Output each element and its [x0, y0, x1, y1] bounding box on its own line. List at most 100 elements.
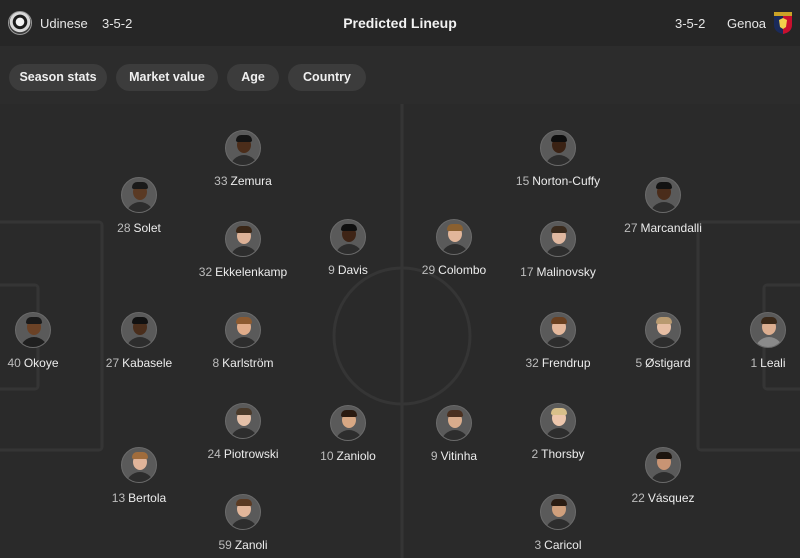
page-title: Predicted Lineup [343, 15, 457, 31]
player-number: 33 [214, 174, 228, 188]
player-karlstrom[interactable]: 8 Karlström [183, 312, 303, 370]
player-thorsby[interactable]: 2 Thorsby [498, 403, 618, 461]
player-ostigard[interactable]: 5 Østigard [603, 312, 723, 370]
player-name: Davis [337, 263, 368, 277]
player-name: Malinovsky [536, 265, 596, 279]
genoa-crest-icon [774, 12, 792, 34]
player-davis[interactable]: 9 Davis [288, 219, 408, 277]
player-colombo[interactable]: 29 Colombo [394, 219, 514, 277]
player-bertola[interactable]: 13 Bertola [79, 447, 199, 505]
player-number: 13 [111, 491, 126, 505]
player-photo [645, 177, 681, 213]
player-name: Solet [133, 221, 161, 235]
player-number: 29 [421, 263, 436, 277]
player-norton-cuffy[interactable]: 15 Norton-Cuffy [498, 130, 618, 188]
player-marcandalli[interactable]: 27 Marcandalli [603, 177, 723, 235]
player-name: Zaniolo [336, 449, 376, 463]
player-photo [225, 130, 261, 166]
player-name: Marcandalli [640, 221, 702, 235]
player-photo [225, 312, 261, 348]
player-name: Østigard [645, 356, 691, 370]
player-photo [540, 130, 576, 166]
player-name: Piotrowski [223, 447, 279, 461]
player-photo [121, 312, 157, 348]
player-number: 22 [631, 491, 645, 505]
player-zemura[interactable]: 33 Zemura [183, 130, 303, 188]
player-number: 28 [117, 221, 131, 235]
pitch: 40 Okoye 27 Kabasele 28 Solet 13 Bertola 33 Z… [0, 104, 800, 558]
player-number: 24 [207, 447, 221, 461]
player-photo [121, 447, 157, 483]
player-malinovsky[interactable]: 17 Malinovsky [498, 221, 618, 279]
player-photo [540, 221, 576, 257]
player-name: Ekkelenkamp [215, 265, 288, 279]
player-vasquez[interactable]: 22 Vásquez [603, 447, 723, 505]
player-number: 40 [7, 356, 21, 370]
player-zanoli[interactable]: 59 Zanoli [183, 494, 303, 552]
player-caricol[interactable]: 3 Caricol [498, 494, 618, 552]
player-number: 10 [320, 449, 334, 463]
player-number: 2 [531, 447, 539, 461]
home-team-name[interactable]: Udinese [40, 16, 88, 31]
player-photo [15, 312, 51, 348]
player-frendrup[interactable]: 32 Frendrup [498, 312, 618, 370]
player-solet[interactable]: 28 Solet [79, 177, 199, 235]
player-photo [645, 447, 681, 483]
stat-filter-bar: Season stats Market value Age Country [0, 46, 800, 104]
player-name: Caricol [544, 538, 582, 552]
player-name: Thorsby [541, 447, 585, 461]
player-photo [436, 219, 472, 255]
player-number: 8 [212, 356, 220, 370]
player-number: 59 [218, 538, 232, 552]
lineup-header: Udinese 3-5-2 Predicted Lineup 3-5-2 Gen… [0, 0, 800, 46]
player-name: Karlström [222, 356, 274, 370]
player-name: Kabasele [122, 356, 173, 370]
player-photo [540, 312, 576, 348]
player-number: 9 [430, 449, 438, 463]
player-photo [330, 219, 366, 255]
player-name: Okoye [23, 356, 59, 370]
player-piotrowski[interactable]: 24 Piotrowski [183, 403, 303, 461]
player-photo [121, 177, 157, 213]
player-photo [540, 403, 576, 439]
player-number: 15 [515, 174, 530, 188]
player-name: Colombo [438, 263, 487, 277]
player-photo [225, 494, 261, 530]
player-photo [750, 312, 786, 348]
player-number: 17 [520, 265, 534, 279]
season-stats-chip[interactable]: Season stats [9, 64, 107, 91]
player-photo [225, 221, 261, 257]
player-photo [540, 494, 576, 530]
player-name: Norton-Cuffy [532, 174, 601, 188]
player-name: Zanoli [234, 538, 268, 552]
player-vitinha[interactable]: 9 Vitinha [394, 405, 514, 463]
player-number: 27 [105, 356, 120, 370]
player-name: Vitinha [440, 449, 478, 463]
player-name: Leali [760, 356, 786, 370]
player-number: 27 [624, 221, 638, 235]
player-photo [436, 405, 472, 441]
player-photo [645, 312, 681, 348]
player-number: 32 [198, 265, 213, 279]
player-number: 9 [328, 263, 335, 277]
market-value-chip[interactable]: Market value [116, 64, 218, 91]
player-number: 1 [750, 356, 758, 370]
country-chip[interactable]: Country [288, 64, 366, 91]
player-kabasele[interactable]: 27 Kabasele [79, 312, 199, 370]
player-name: Vásquez [647, 491, 695, 505]
home-formation: 3-5-2 [102, 16, 133, 31]
player-name: Frendrup [541, 356, 591, 370]
player-zaniolo[interactable]: 10 Zaniolo [288, 405, 408, 463]
away-team-name[interactable]: Genoa [727, 16, 766, 31]
player-leali[interactable]: 1 Leali [708, 312, 800, 370]
player-photo [330, 405, 366, 441]
player-number: 32 [525, 356, 539, 370]
player-photo [225, 403, 261, 439]
udinese-crest-icon [8, 11, 32, 35]
player-number: 5 [635, 356, 643, 370]
player-number: 3 [534, 538, 542, 552]
away-formation: 3-5-2 [675, 16, 706, 31]
player-ekkelenkamp[interactable]: 32 Ekkelenkamp [183, 221, 303, 279]
player-name: Bertola [128, 491, 167, 505]
age-chip[interactable]: Age [227, 64, 279, 91]
